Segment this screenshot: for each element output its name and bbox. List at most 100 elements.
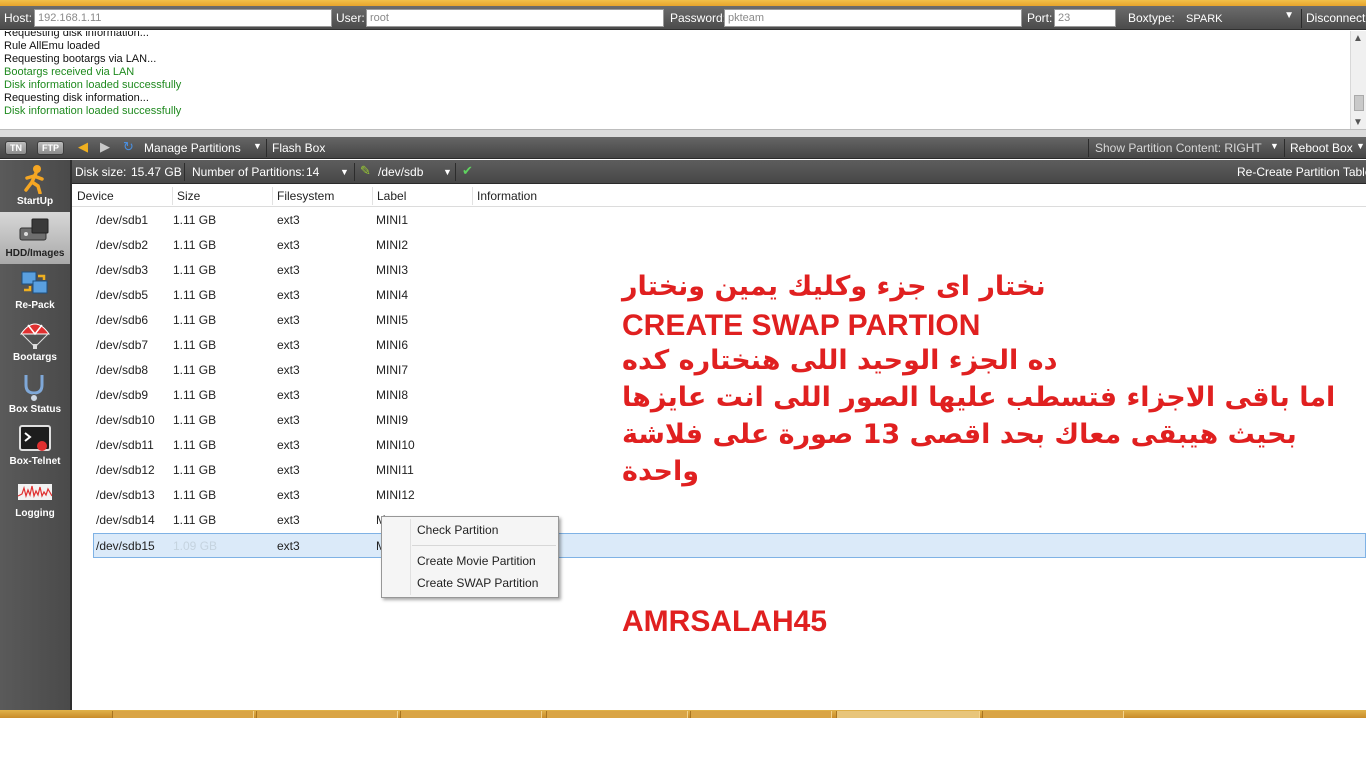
cell-size: 1.11 GB <box>173 313 217 327</box>
column-header-filesystem[interactable]: Filesystem <box>277 189 334 203</box>
cell-filesystem: ext3 <box>277 338 300 352</box>
cell-device: /dev/sdb10 <box>96 413 155 427</box>
column-header-information[interactable]: Information <box>477 189 537 203</box>
table-header: Device Size Filesystem Label Information <box>72 185 1366 207</box>
show-partition-content-dropdown[interactable]: Show Partition Content: RIGHT <box>1095 141 1262 155</box>
sidebar-item-box-status[interactable]: Box Status <box>0 368 70 420</box>
menu-gutter <box>410 519 411 595</box>
cell-filesystem: ext3 <box>277 313 300 327</box>
bar-separator <box>455 163 456 181</box>
sidebar-item-startup[interactable]: StartUp <box>0 160 70 212</box>
cell-label: MINI9 <box>376 413 409 427</box>
sidebar-item-logging[interactable]: Logging <box>0 472 70 524</box>
cell-size: 1.11 GB <box>173 388 217 402</box>
cell-label: MINI4 <box>376 288 409 302</box>
num-partitions-label: Number of Partitions: <box>192 165 305 179</box>
sidebar-item-bootargs[interactable]: Bootargs <box>0 316 70 368</box>
log-line: Requesting disk information... <box>4 31 149 39</box>
cell-device: /dev/sdb12 <box>96 463 155 477</box>
tn-button[interactable]: TN <box>5 141 27 155</box>
cell-filesystem: ext3 <box>277 363 300 377</box>
scroll-up-icon[interactable]: ▲ <box>1353 33 1363 44</box>
manage-partitions-dropdown[interactable]: Manage Partitions <box>144 141 241 155</box>
table-row[interactable]: /dev/sdb14 1.11 GB ext3 M <box>72 508 1366 533</box>
taskbar-button[interactable] <box>112 711 254 718</box>
sidebar-item-repack[interactable]: Re-Pack <box>0 264 70 316</box>
password-input[interactable]: pkteam <box>724 9 1022 27</box>
column-header-size[interactable]: Size <box>177 189 200 203</box>
sidebar-item-box-telnet[interactable]: Box-Telnet <box>0 420 70 472</box>
device-select[interactable]: /dev/sdb <box>378 165 423 179</box>
taskbar-button[interactable] <box>690 711 832 718</box>
log-scrollbar[interactable]: ▲ ▼ <box>1350 31 1366 129</box>
cell-device: /dev/sdb8 <box>96 363 149 377</box>
boxtype-select[interactable]: Boxtype: SPARK ▼ <box>1124 9 1300 27</box>
num-partitions-select[interactable]: 14 <box>306 165 319 179</box>
table-row[interactable]: /dev/sdb13 1.11 GB ext3 MINI12 <box>72 483 1366 508</box>
chevron-down-icon: ▼ <box>1270 141 1279 151</box>
taskbar-button[interactable] <box>546 711 688 718</box>
disconnect-button[interactable]: Disconnect <box>1301 9 1365 28</box>
terminal-icon <box>19 425 51 451</box>
recreate-partition-table-button[interactable]: Re-Create Partition Table <box>1237 165 1366 179</box>
column-divider[interactable] <box>172 187 173 205</box>
boxtype-label: Boxtype: <box>1128 11 1175 25</box>
table-row[interactable]: /dev/sdb2 1.11 GB ext3 MINI2 <box>72 233 1366 258</box>
sidebar-item-label: Box Status <box>8 404 62 415</box>
table-row-selected[interactable]: /dev/sdb15 1.09 GB ext3 M <box>93 533 1366 558</box>
cell-label: MINI1 <box>376 213 409 227</box>
cell-device: /dev/sdb7 <box>96 338 149 352</box>
cell-device: /dev/sdb13 <box>96 488 155 502</box>
sidebar-item-label: HDD/Images <box>5 248 65 259</box>
user-input[interactable]: root <box>366 9 664 27</box>
taskbar-button[interactable] <box>256 711 398 718</box>
apply-check-icon[interactable]: ✔ <box>462 163 473 179</box>
column-divider[interactable] <box>472 187 473 205</box>
repack-icon <box>21 271 48 294</box>
cell-filesystem: ext3 <box>277 213 300 227</box>
cell-label: MINI2 <box>376 238 409 252</box>
menu-item-create-movie-partition[interactable]: Create Movie Partition <box>417 554 536 568</box>
table-row[interactable]: /dev/sdb1 1.11 GB ext3 MINI1 <box>72 208 1366 233</box>
sidebar-item-hdd-images[interactable]: HDD/Images <box>0 212 70 264</box>
annotation-line: بحيث هيبقى معاك بحد اقصى 13 صورة على فلا… <box>622 419 1297 450</box>
sidebar-item-label: Logging <box>15 508 55 519</box>
taskbar-button-active[interactable] <box>836 711 980 718</box>
cell-filesystem: ext3 <box>277 388 300 402</box>
flash-box-button[interactable]: Flash Box <box>272 141 325 155</box>
annotation-line: نختار اى جزء وكليك يمين ونختار <box>622 271 1046 302</box>
cell-device: /dev/sdb3 <box>96 263 149 277</box>
column-divider[interactable] <box>372 187 373 205</box>
scroll-down-icon[interactable]: ▼ <box>1353 117 1363 128</box>
column-header-label[interactable]: Label <box>377 189 406 203</box>
column-divider[interactable] <box>272 187 273 205</box>
cell-filesystem: ext3 <box>277 413 300 427</box>
refresh-icon[interactable]: ↻ <box>123 140 134 154</box>
scroll-thumb[interactable] <box>1354 95 1364 111</box>
table-row[interactable]: /dev/sdb12 1.11 GB ext3 MINI11 <box>72 458 1366 483</box>
taskbar-button[interactable] <box>400 711 542 718</box>
cell-size: 1.11 GB <box>173 338 217 352</box>
forward-arrow-icon[interactable]: ▶ <box>100 140 110 154</box>
back-arrow-icon[interactable]: ◀ <box>78 140 88 154</box>
column-header-device[interactable]: Device <box>77 189 114 203</box>
annotation-line: CREATE SWAP PARTION <box>622 309 981 342</box>
menu-item-check-partition[interactable]: Check Partition <box>417 523 498 537</box>
reboot-box-button[interactable]: Reboot Box <box>1290 141 1353 155</box>
sidebar-item-label: Box-Telnet <box>9 456 61 467</box>
cell-device: /dev/sdb11 <box>96 438 154 452</box>
log-panel: Requesting disk information... Rule AllE… <box>0 31 1366 130</box>
cell-device: /dev/sdb1 <box>96 213 149 227</box>
port-input[interactable]: 23 <box>1054 9 1116 27</box>
taskbar-button[interactable] <box>982 711 1124 718</box>
context-menu: Check Partition Create Movie Partition C… <box>381 516 559 598</box>
ftp-button[interactable]: FTP <box>37 141 64 155</box>
sidebar: StartUp HDD/Images Re-Pack Bootargs Box … <box>0 160 72 710</box>
host-input[interactable]: 192.168.1.11 <box>34 9 332 27</box>
sidebar-item-label: StartUp <box>16 196 54 207</box>
cell-filesystem: ext3 <box>277 513 300 527</box>
cell-size: 1.11 GB <box>173 413 217 427</box>
cell-size: 1.11 GB <box>173 363 217 377</box>
menu-item-create-swap-partition[interactable]: Create SWAP Partition <box>417 576 538 590</box>
runner-icon <box>24 165 44 194</box>
